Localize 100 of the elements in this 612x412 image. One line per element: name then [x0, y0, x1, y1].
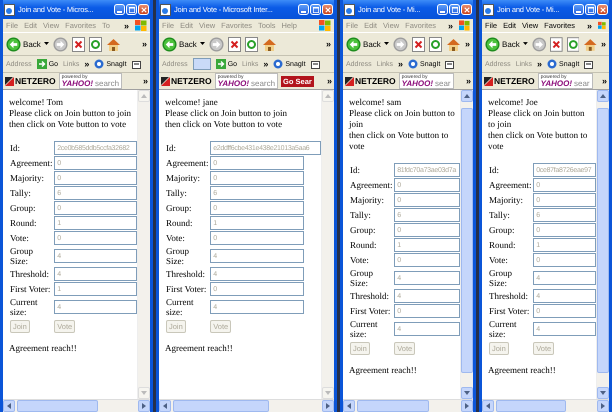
caret-icon[interactable]: [384, 42, 389, 46]
page-icon: [4, 4, 15, 16]
menu-overflow[interactable]: »: [124, 20, 129, 30]
field-label: Agreement:: [10, 158, 54, 168]
field-label: Group Size:: [489, 268, 513, 288]
close-button[interactable]: [138, 4, 149, 15]
minimize-button[interactable]: [298, 4, 309, 15]
back-button[interactable]: Back: [6, 36, 41, 52]
field-label: Current size:: [350, 319, 378, 339]
field-label: Round:: [350, 240, 378, 250]
windows-logo-icon: [135, 20, 147, 31]
field-label: Majority:: [350, 195, 385, 205]
field-label: Threshold:: [166, 269, 206, 279]
field-label: Group Size:: [350, 268, 374, 288]
left-arrow-icon: [346, 36, 361, 52]
status-message: Agreement reach!!: [165, 343, 234, 354]
caret-icon[interactable]: [200, 42, 205, 46]
stop-button[interactable]: [550, 36, 563, 52]
search-overflow[interactable]: »: [326, 76, 332, 86]
field-label: Tally:: [350, 210, 372, 220]
field-label: Agreement:: [166, 158, 210, 168]
back-button[interactable]: Back: [162, 36, 197, 52]
toolbar-overflow[interactable]: »: [600, 39, 606, 49]
toolbar-overflow[interactable]: »: [326, 39, 331, 49]
maximize-button[interactable]: [585, 4, 596, 15]
status-message: Agreement reach!!: [9, 343, 78, 354]
toolbar-overflow[interactable]: »: [142, 39, 147, 49]
close-icon: [324, 6, 330, 12]
stop-button[interactable]: [412, 36, 425, 52]
netzero-logo: NETZERO: [345, 76, 396, 86]
back-button[interactable]: Back: [485, 36, 520, 52]
minimize-button[interactable]: [437, 4, 448, 15]
engine-name: YAHOO!: [62, 80, 94, 88]
field-label: First Voter:: [166, 284, 208, 294]
home-button[interactable]: [583, 36, 598, 52]
maximize-button[interactable]: [126, 4, 137, 15]
field-label: Id:: [10, 143, 21, 153]
field-label: First Voter:: [350, 306, 392, 316]
capture-icon[interactable]: [132, 60, 142, 68]
vertical-scrollbar[interactable]: [460, 90, 473, 399]
vertical-scrollbar[interactable]: [596, 90, 609, 399]
field-label: Vote:: [166, 233, 186, 243]
vertical-scrollbar[interactable]: [137, 90, 150, 399]
netzero-logo: NETZERO: [484, 76, 535, 86]
horizontal-scrollbar[interactable]: [3, 399, 150, 412]
search-text: search: [95, 80, 120, 88]
field-label: Threshold:: [10, 269, 50, 279]
welcome-text: welcome! jane: [165, 97, 219, 108]
close-icon: [464, 6, 470, 12]
field-label: Majority:: [166, 173, 201, 183]
instruction-text: then click on Vote button to vote: [349, 130, 450, 152]
refresh-button[interactable]: [244, 36, 258, 52]
home-button[interactable]: [106, 36, 121, 52]
page-icon: [344, 4, 355, 16]
capture-icon[interactable]: [310, 60, 321, 68]
refresh-button[interactable]: [88, 36, 102, 52]
caret-icon[interactable]: [44, 42, 49, 46]
field-label: Current size:: [489, 319, 518, 339]
stop-button[interactable]: [72, 36, 85, 52]
horizontal-scrollbar[interactable]: [343, 399, 473, 412]
down-arrow-icon: [464, 391, 470, 395]
vertical-scrollbar[interactable]: [321, 90, 334, 399]
field-label: Current size:: [10, 297, 38, 317]
maximize-icon: [588, 6, 594, 12]
close-button[interactable]: [597, 4, 608, 15]
capture-icon[interactable]: [445, 60, 456, 68]
maximize-button[interactable]: [310, 4, 321, 15]
field-label: Id:: [166, 143, 177, 153]
logo-icon: [484, 76, 493, 86]
links-overflow[interactable]: »: [84, 59, 90, 69]
close-button[interactable]: [322, 4, 333, 15]
close-button[interactable]: [461, 4, 472, 15]
refresh-button[interactable]: [566, 36, 580, 52]
links-overflow[interactable]: »: [398, 59, 404, 69]
horizontal-scrollbar[interactable]: [482, 399, 609, 412]
search-overflow[interactable]: »: [142, 76, 148, 86]
menu-overflow[interactable]: »: [448, 20, 454, 30]
links-overflow[interactable]: »: [263, 59, 268, 69]
minimize-button[interactable]: [114, 4, 125, 15]
search-overflow[interactable]: »: [602, 76, 607, 86]
right-arrow-icon: [326, 403, 330, 409]
field-label: Group:: [10, 203, 36, 213]
down-arrow-icon: [600, 391, 606, 395]
capture-icon[interactable]: [584, 60, 594, 68]
links-overflow[interactable]: »: [537, 59, 542, 69]
search-overflow[interactable]: »: [466, 76, 471, 86]
caret-icon[interactable]: [522, 42, 528, 46]
menu-overflow[interactable]: »: [587, 20, 592, 30]
field-label: First Voter:: [489, 306, 530, 316]
back-button[interactable]: Back: [346, 36, 381, 52]
page-icon: [160, 4, 171, 16]
home-button[interactable]: [262, 36, 277, 52]
refresh-button[interactable]: [428, 36, 442, 52]
stop-button[interactable]: [228, 36, 241, 52]
toolbar-overflow[interactable]: »: [464, 39, 470, 49]
home-button[interactable]: [446, 36, 461, 52]
horizontal-scrollbar[interactable]: [159, 399, 334, 412]
right-arrow-icon: [465, 403, 469, 409]
maximize-button[interactable]: [449, 4, 460, 15]
minimize-button[interactable]: [573, 4, 584, 15]
